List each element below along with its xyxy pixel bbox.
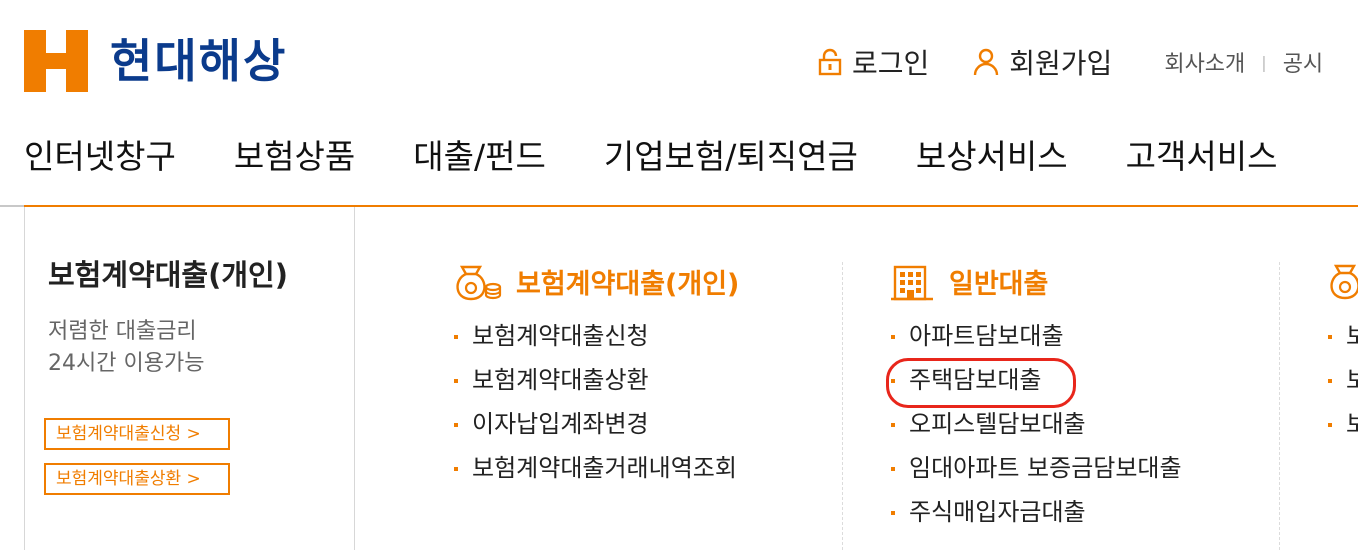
column-title-policy-loan[interactable]: 보험계약대출(개인) bbox=[452, 262, 739, 301]
gnb-customer-service[interactable]: 고객서비스 bbox=[1126, 130, 1278, 178]
general-loan-menu: 아파트담보대출 주택담보대출 오피스텔담보대출 임대아파트 보증금담보대출 주식… bbox=[889, 314, 1182, 534]
menu-item-stock-purchase-loan[interactable]: 주식매입자금대출 bbox=[889, 490, 1182, 534]
column-divider bbox=[842, 262, 843, 550]
menu-item-policy-loan-repay[interactable]: 보험계약대출상환 bbox=[452, 358, 737, 402]
building-icon bbox=[891, 265, 933, 300]
hyundai-h-logo-icon bbox=[24, 30, 88, 92]
loan-repay-button[interactable]: 보험계약대출상환 > bbox=[44, 463, 230, 495]
menu-item-partial[interactable]: 보 bbox=[1326, 402, 1358, 446]
loan-apply-button[interactable]: 보험계약대출신청 > bbox=[44, 418, 230, 450]
panel-border-right bbox=[354, 207, 355, 550]
gnb-insurance-products[interactable]: 보험상품 bbox=[234, 130, 355, 178]
login-link[interactable]: 로그인 bbox=[818, 42, 929, 82]
company-intro-link[interactable]: 회사소개 bbox=[1164, 46, 1245, 78]
menu-item-officetel-mortgage[interactable]: 오피스텔담보대출 bbox=[889, 402, 1182, 446]
menu-item-interest-account-change[interactable]: 이자납입계좌변경 bbox=[452, 402, 737, 446]
menu-item-house-mortgage[interactable]: 주택담보대출 bbox=[889, 358, 1182, 402]
partial-menu: 보 보 보 bbox=[1326, 314, 1358, 446]
nav-divider-orange bbox=[24, 205, 1358, 207]
column-title-general-loan[interactable]: 일반대출 bbox=[889, 262, 1048, 301]
util-separator: | bbox=[1261, 52, 1267, 72]
promo-description: 저렴한 대출금리 24시간 이용가능 bbox=[48, 316, 204, 380]
utility-menu: 로그인 회원가입 회사소개 | 공시 bbox=[818, 42, 1323, 82]
logo[interactable]: 현대해상 bbox=[24, 30, 287, 92]
notice-link[interactable]: 공시 bbox=[1283, 46, 1323, 78]
policy-loan-menu: 보험계약대출신청 보험계약대출상환 이자납입계좌변경 보험계약대출거래내역조회 bbox=[452, 314, 737, 490]
lock-icon bbox=[818, 48, 842, 76]
column-title-text: 일반대출 bbox=[949, 269, 1049, 300]
menu-item-apartment-mortgage[interactable]: 아파트담보대출 bbox=[889, 314, 1182, 358]
logo-text: 현대해상 bbox=[110, 34, 288, 88]
gnb-loan-fund[interactable]: 대출/펀드 bbox=[413, 130, 546, 178]
column-title-text: 보험계약대출(개인) bbox=[516, 269, 740, 300]
promo-title: 보험계약대출(개인) bbox=[48, 258, 288, 292]
menu-item-partial[interactable]: 보 bbox=[1326, 358, 1358, 402]
nav-divider-gray bbox=[0, 205, 24, 207]
gnb-claim-service[interactable]: 보상서비스 bbox=[916, 130, 1068, 178]
join-label: 회원가입 bbox=[1009, 47, 1113, 80]
join-link[interactable]: 회원가입 bbox=[973, 42, 1112, 82]
global-nav: 인터넷창구 보험상품 대출/펀드 기업보험/퇴직연금 보상서비스 고객서비스 bbox=[24, 130, 1335, 178]
promo-desc-line: 저렴한 대출금리 bbox=[48, 319, 197, 344]
money-bag-icon bbox=[1330, 264, 1358, 300]
column-title-partial[interactable] bbox=[1326, 262, 1358, 300]
gnb-internet-window[interactable]: 인터넷창구 bbox=[24, 130, 176, 178]
person-icon bbox=[974, 48, 999, 76]
column-divider bbox=[1279, 262, 1280, 550]
money-bag-icon bbox=[456, 265, 502, 300]
menu-item-policy-loan-apply[interactable]: 보험계약대출신청 bbox=[452, 314, 737, 358]
menu-item-partial[interactable]: 보 bbox=[1326, 314, 1358, 358]
menu-item-policy-loan-history[interactable]: 보험계약대출거래내역조회 bbox=[452, 446, 737, 490]
panel-border-left bbox=[24, 207, 25, 550]
login-label: 로그인 bbox=[852, 47, 930, 80]
promo-desc-line: 24시간 이용가능 bbox=[48, 351, 205, 376]
gnb-corporate-pension[interactable]: 기업보험/퇴직연금 bbox=[604, 130, 858, 178]
menu-item-rental-deposit-loan[interactable]: 임대아파트 보증금담보대출 bbox=[889, 446, 1182, 490]
